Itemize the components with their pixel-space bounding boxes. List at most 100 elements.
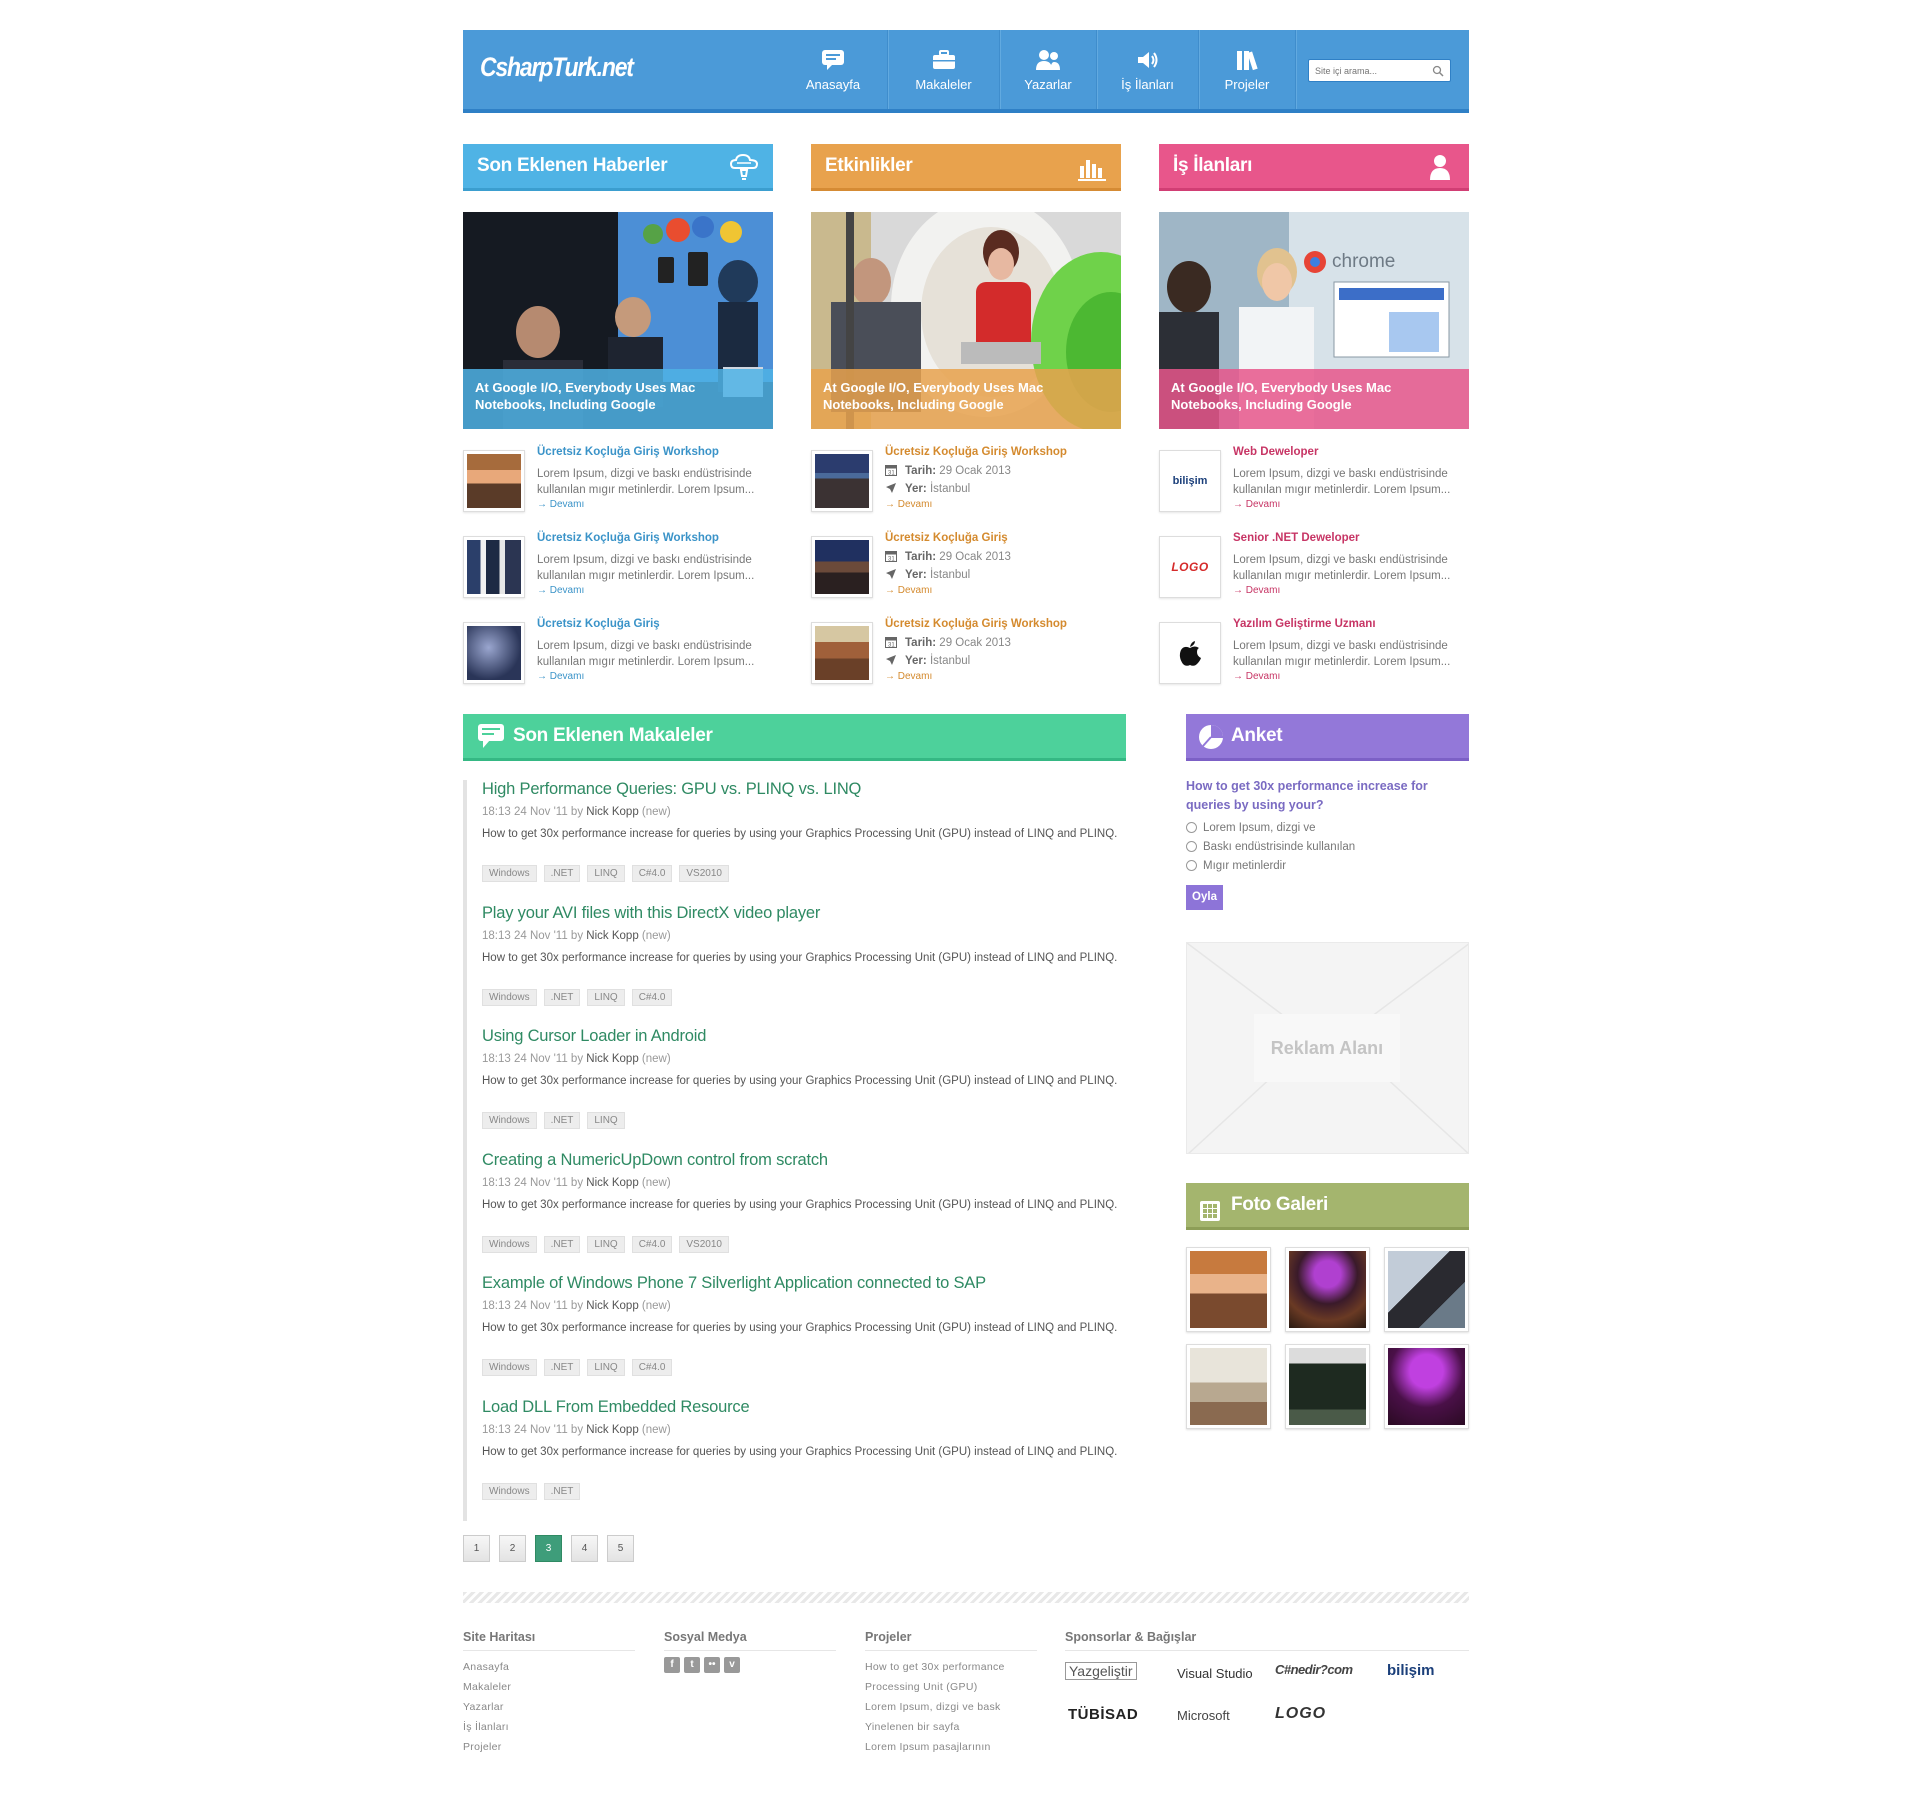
search-icon[interactable] — [1432, 64, 1444, 77]
gallery-photo[interactable] — [1186, 1344, 1271, 1429]
article-title[interactable]: High Performance Queries: GPU vs. PLINQ … — [482, 780, 861, 799]
events-hero-image[interactable]: At Google I/O, Everybody Uses Mac Notebo… — [811, 212, 1121, 429]
tag[interactable]: Windows — [482, 1359, 537, 1376]
event-item-title[interactable]: Ücretsiz Koçluğa Giriş — [885, 532, 1008, 544]
footer-link[interactable]: Yinelenen bir sayfa — [865, 1717, 1037, 1737]
tag[interactable]: C#4.0 — [631, 1359, 673, 1376]
jobs-hero-caption[interactable]: At Google I/O, Everybody Uses Mac Notebo… — [1159, 369, 1469, 429]
news-thumbnail[interactable] — [463, 536, 525, 598]
article-author[interactable]: Nick Kopp — [586, 1053, 638, 1065]
company-logo[interactable]: bilişim — [1159, 450, 1221, 512]
read-more-link[interactable]: → Devamı — [1233, 671, 1280, 682]
sponsor-logo-microsoft[interactable]: Microsoft — [1177, 1708, 1230, 1723]
tag[interactable]: .NET — [543, 1482, 581, 1500]
sponsor-logo-csharpnedir[interactable]: C#nedir?com — [1275, 1662, 1353, 1677]
tag[interactable]: LINQ — [587, 1112, 625, 1129]
footer-link[interactable]: How to get 30x performance — [865, 1657, 1037, 1677]
nav-item-is-ilanlari[interactable]: İş İlanları — [1097, 30, 1199, 109]
tag[interactable]: LINQ — [587, 988, 625, 1006]
sponsor-logo-yazgelistir[interactable]: Yazgeliştir — [1065, 1662, 1137, 1680]
tag[interactable]: .NET — [543, 988, 581, 1006]
article-author[interactable]: Nick Kopp — [586, 806, 638, 818]
page-button-5[interactable]: 5 — [607, 1535, 634, 1562]
tag[interactable]: .NET — [543, 1235, 581, 1253]
read-more-link[interactable]: → Devamı — [537, 585, 584, 596]
vote-button[interactable]: Oyla — [1186, 885, 1223, 910]
sponsor-logo-visual-studio[interactable]: Visual Studio — [1177, 1666, 1253, 1681]
company-logo[interactable]: LOGO — [1159, 536, 1221, 598]
footer-link[interactable]: İş İlanları — [463, 1717, 635, 1737]
jobs-hero-image[interactable]: chrome At Google I/O, Everybody Uses Mac… — [1159, 212, 1469, 429]
article-title[interactable]: Creating a NumericUpDown control from sc… — [482, 1151, 828, 1170]
read-more-link[interactable]: → Devamı — [885, 671, 932, 682]
tag[interactable]: Windows — [482, 988, 537, 1006]
job-item-title[interactable]: Senior .NET Deweloper — [1233, 532, 1360, 544]
news-hero-image[interactable]: At Google I/O, Everybody Uses Mac Notebo… — [463, 212, 773, 429]
poll-option[interactable]: Baskı endüstrisinde kullanılan — [1186, 841, 1355, 853]
footer-link[interactable]: Processing Unit (GPU) — [865, 1677, 1037, 1697]
flickr-icon[interactable]: •• — [704, 1657, 720, 1673]
news-hero-caption[interactable]: At Google I/O, Everybody Uses Mac Notebo… — [463, 369, 773, 429]
news-thumbnail[interactable] — [463, 450, 525, 512]
footer-link[interactable]: Makaleler — [463, 1677, 635, 1697]
article-title[interactable]: Example of Windows Phone 7 Silverlight A… — [482, 1274, 986, 1293]
radio-button[interactable] — [1186, 822, 1197, 833]
job-item-title[interactable]: Web Deweloper — [1233, 446, 1318, 458]
events-hero-caption[interactable]: At Google I/O, Everybody Uses Mac Notebo… — [811, 369, 1121, 429]
company-logo[interactable] — [1159, 622, 1221, 684]
ad-area[interactable]: Reklam Alanı — [1186, 942, 1469, 1154]
read-more-link[interactable]: → Devamı — [1233, 585, 1280, 596]
tag[interactable]: Windows — [482, 1235, 537, 1253]
tag[interactable]: Windows — [482, 1482, 537, 1500]
read-more-link[interactable]: → Devamı — [537, 499, 584, 510]
article-author[interactable]: Nick Kopp — [586, 1177, 638, 1189]
read-more-link[interactable]: → Devamı — [885, 585, 932, 596]
event-item-title[interactable]: Ücretsiz Koçluğa Giriş Workshop — [885, 446, 1067, 458]
page-button-2[interactable]: 2 — [499, 1535, 526, 1562]
nav-item-projeler[interactable]: Projeler — [1199, 30, 1296, 109]
nav-item-makaleler[interactable]: Makaleler — [888, 30, 1000, 109]
news-thumbnail[interactable] — [463, 622, 525, 684]
tag[interactable]: C#4.0 — [631, 1235, 673, 1253]
poll-option[interactable]: Lorem Ipsum, dizgi ve — [1186, 822, 1316, 834]
article-author[interactable]: Nick Kopp — [586, 930, 638, 942]
sponsor-logo-logo[interactable]: LOGO — [1275, 1705, 1326, 1723]
job-item-title[interactable]: Yazılım Geliştirme Uzmanı — [1233, 618, 1376, 630]
vimeo-icon[interactable]: v — [724, 1657, 740, 1673]
facebook-icon[interactable]: f — [664, 1657, 680, 1673]
tag[interactable]: C#4.0 — [631, 988, 673, 1006]
page-button-4[interactable]: 4 — [571, 1535, 598, 1562]
tag[interactable]: .NET — [543, 1112, 581, 1129]
news-item-title[interactable]: Ücretsiz Koçluğa Giriş — [537, 618, 660, 630]
page-button-1[interactable]: 1 — [463, 1535, 490, 1562]
site-logo[interactable]: CsharpTurk.net — [480, 52, 634, 83]
sponsor-logo-bilisim[interactable]: bilişim — [1387, 1662, 1435, 1679]
article-title[interactable]: Play your AVI files with this DirectX vi… — [482, 904, 820, 923]
article-author[interactable]: Nick Kopp — [586, 1300, 638, 1312]
page-button-3[interactable]: 3 — [535, 1535, 562, 1562]
read-more-link[interactable]: → Devamı — [537, 671, 584, 682]
gallery-photo[interactable] — [1384, 1344, 1469, 1429]
event-thumbnail[interactable] — [811, 622, 873, 684]
event-thumbnail[interactable] — [811, 450, 873, 512]
article-title[interactable]: Load DLL From Embedded Resource — [482, 1398, 750, 1417]
tag[interactable]: Windows — [482, 865, 537, 882]
search-input[interactable] — [1309, 60, 1424, 81]
footer-link[interactable]: Anasayfa — [463, 1657, 635, 1677]
radio-button[interactable] — [1186, 841, 1197, 852]
footer-link[interactable]: Projeler — [463, 1737, 635, 1757]
nav-item-yazarlar[interactable]: Yazarlar — [1000, 30, 1097, 109]
article-title[interactable]: Using Cursor Loader in Android — [482, 1027, 706, 1046]
event-thumbnail[interactable] — [811, 536, 873, 598]
gallery-photo[interactable] — [1285, 1247, 1370, 1332]
article-author[interactable]: Nick Kopp — [586, 1424, 638, 1436]
gallery-photo[interactable] — [1186, 1247, 1271, 1332]
news-item-title[interactable]: Ücretsiz Koçluğa Giriş Workshop — [537, 446, 719, 458]
tag[interactable]: Windows — [482, 1112, 537, 1129]
tag[interactable]: LINQ — [587, 1359, 625, 1376]
tag[interactable]: C#4.0 — [631, 865, 673, 882]
gallery-photo[interactable] — [1285, 1344, 1370, 1429]
news-item-title[interactable]: Ücretsiz Koçluğa Giriş Workshop — [537, 532, 719, 544]
read-more-link[interactable]: → Devamı — [1233, 499, 1280, 510]
tag[interactable]: .NET — [543, 865, 581, 882]
